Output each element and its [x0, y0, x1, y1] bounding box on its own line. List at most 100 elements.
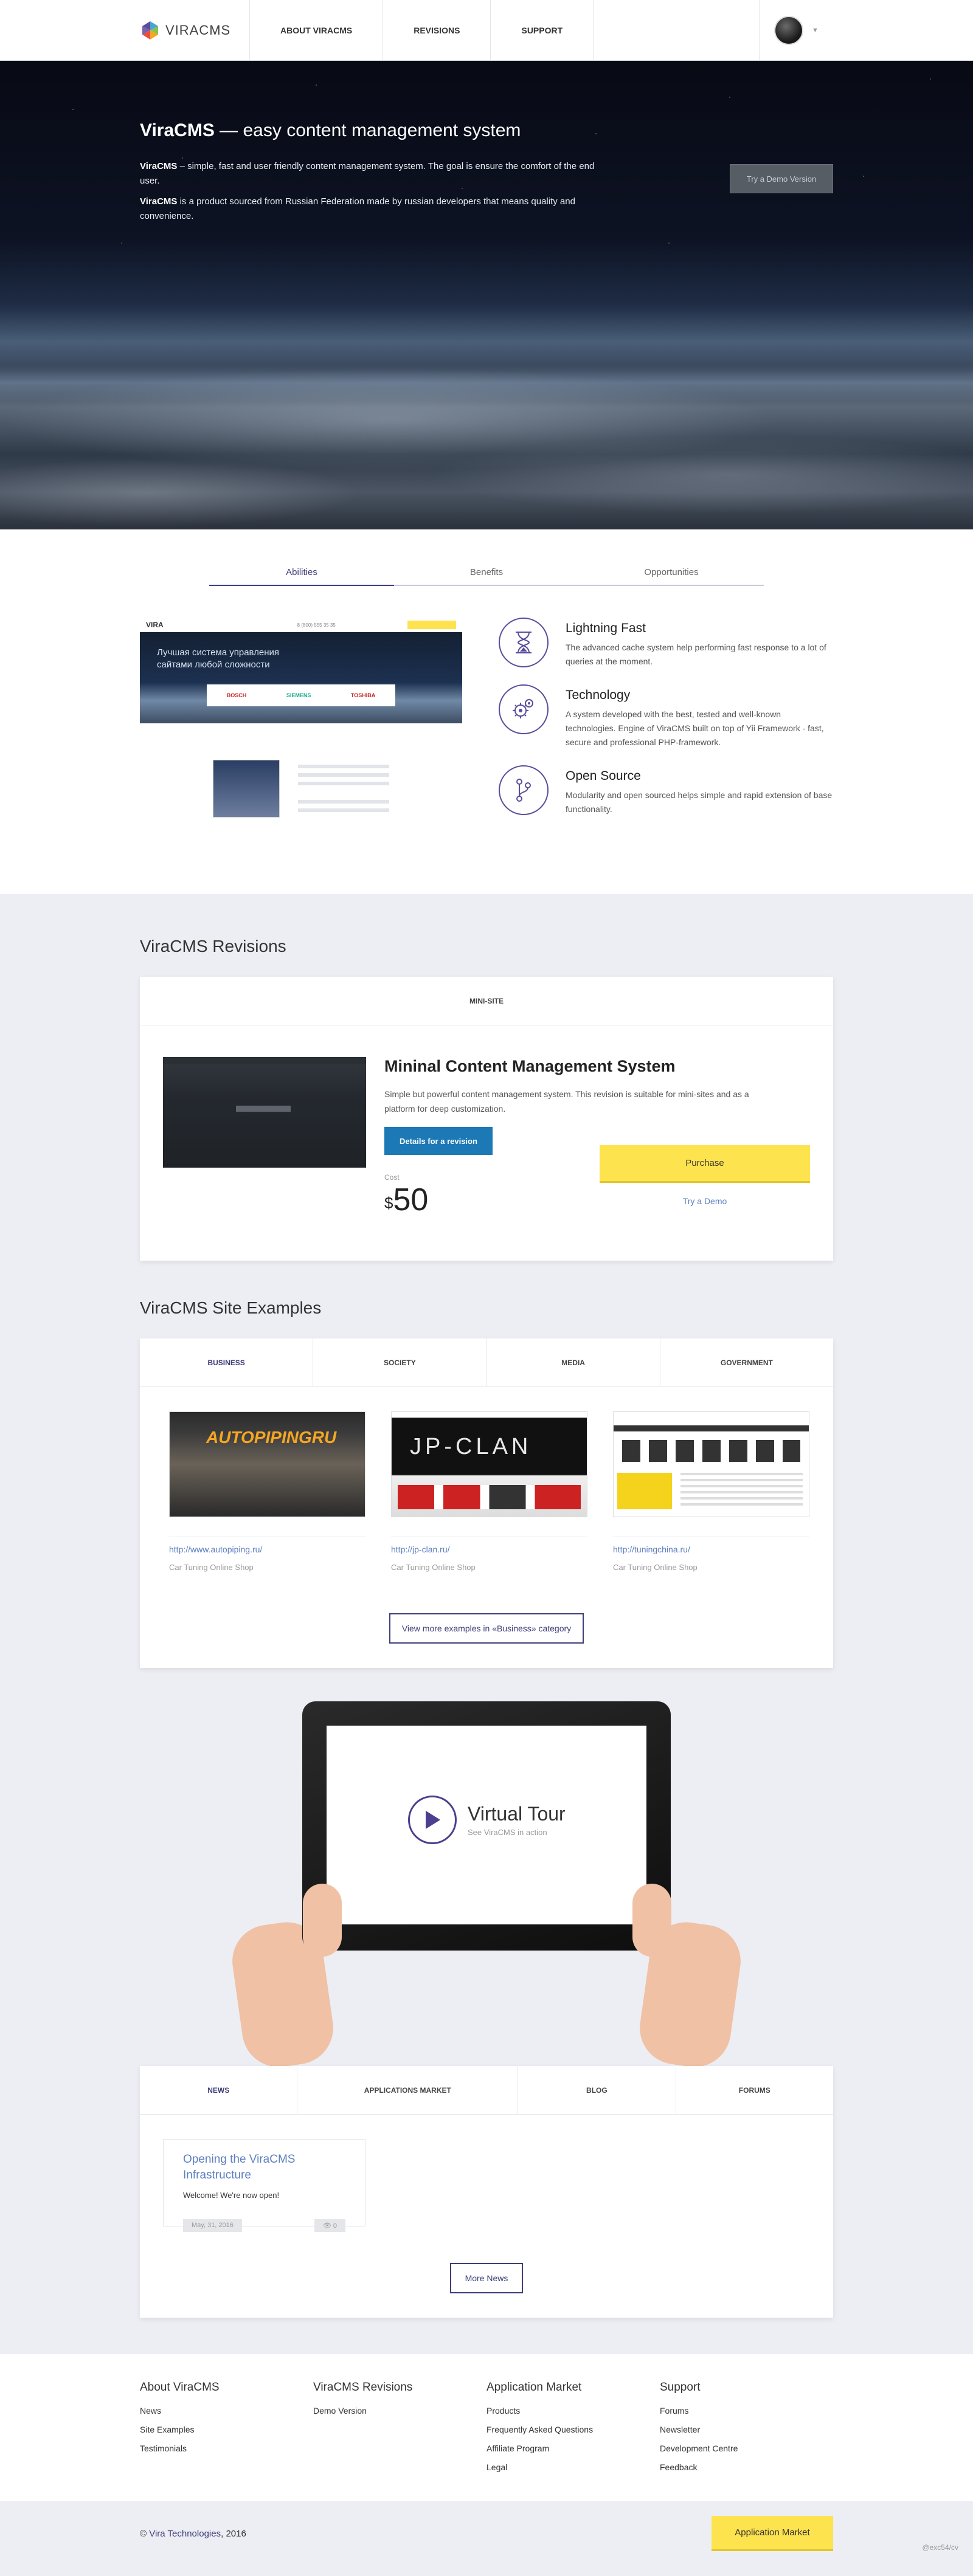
- footer-link[interactable]: Testimonials: [140, 2439, 313, 2458]
- virtual-tour-button[interactable]: Virtual Tour See ViraCMS in action: [408, 1796, 566, 1844]
- footer-link[interactable]: Newsletter: [660, 2420, 833, 2439]
- feature-text: Modularity and open sourced helps simple…: [566, 790, 833, 814]
- mock-phone: 8 (800) 555 35 35: [297, 622, 336, 628]
- logo-mark-icon: [142, 21, 158, 40]
- footer-link[interactable]: Products: [486, 2402, 660, 2420]
- feature-title: Open Source: [566, 769, 641, 783]
- feature-item: Open Source Modularity and open sourced …: [499, 765, 833, 816]
- site-footer: About ViraCMS News Site Examples Testimo…: [0, 2354, 973, 2501]
- details-button[interactable]: Details for a revision: [384, 1127, 493, 1155]
- tab-news[interactable]: NEWS: [140, 2066, 298, 2114]
- watermark-tag: @exc54/cv: [922, 2543, 958, 2552]
- revisions-title: ViraCMS Revisions: [140, 937, 286, 956]
- news-date: May, 31, 2016: [183, 2219, 242, 2232]
- examples-title: ViraCMS Site Examples: [140, 1298, 322, 1317]
- mock-logo: VIRA: [146, 621, 164, 629]
- mock-headline: Лучшая система управления сайтами любой …: [157, 647, 280, 670]
- virtual-tour-subtitle: See ViraCMS in action: [468, 1828, 547, 1837]
- tab-business[interactable]: BUSINESS: [140, 1338, 314, 1386]
- footer-link[interactable]: Site Examples: [140, 2420, 313, 2439]
- branch-icon: [516, 779, 531, 802]
- footer-link[interactable]: Feedback: [660, 2458, 833, 2477]
- example-link[interactable]: http://jp-clan.ru/: [391, 1537, 587, 1554]
- chevron-down-icon: ▼: [812, 27, 819, 34]
- footer-link[interactable]: Legal: [486, 2458, 660, 2477]
- tab-media[interactable]: MEDIA: [487, 1338, 660, 1386]
- more-news-button[interactable]: More News: [450, 2263, 523, 2293]
- news-card-container: NEWS APPLICATIONS MARKET BLOG FORUMS Ope…: [140, 2066, 833, 2318]
- feature-text: A system developed with the best, tested…: [566, 709, 824, 747]
- example-category: Car Tuning Online Shop: [169, 1563, 254, 1572]
- footer-link[interactable]: Demo Version: [313, 2402, 486, 2420]
- eye-icon: 👁: [322, 2222, 333, 2230]
- example-item: http://tuningchina.ru/ Car Tuning Online…: [613, 1411, 809, 1572]
- try-demo-link[interactable]: Try a Demo: [600, 1196, 810, 1206]
- features-list: Lightning Fast The advanced cache system…: [462, 618, 833, 861]
- tab-benefits[interactable]: Benefits: [394, 567, 579, 586]
- nav-revisions[interactable]: REVISIONS: [383, 0, 491, 61]
- mock-brand: TOSHIBA: [350, 692, 376, 698]
- footer-heading: ViraCMS Revisions: [313, 2381, 413, 2394]
- tab-forums[interactable]: FORUMS: [676, 2066, 833, 2114]
- feature-title: Technology: [566, 688, 631, 702]
- feature-item: Technology A system developed with the b…: [499, 684, 833, 749]
- hero-title: ViraCMS — easy content management system: [140, 120, 521, 140]
- footer-bottom-bar: © Vira Technologies, 2016 Application Ma…: [0, 2501, 973, 2566]
- hero: ViraCMS — easy content management system…: [0, 61, 973, 529]
- example-item: AUTOPIPINGRU http://www.autopiping.ru/ C…: [169, 1411, 365, 1572]
- tab-society[interactable]: SOCIETY: [313, 1338, 487, 1386]
- logo[interactable]: VIRACMS: [140, 0, 249, 61]
- site-mockup-image: VIRA 8 (800) 555 35 35 Лучшая система уп…: [140, 618, 462, 861]
- try-demo-button[interactable]: Try a Demo Version: [730, 164, 833, 193]
- tab-government[interactable]: GOVERNMENT: [660, 1338, 833, 1386]
- features-section: Abilities Benefits Opportunities VIRA 8 …: [0, 529, 973, 894]
- news-item[interactable]: Opening the ViraCMS Infrastructure Welco…: [163, 2139, 365, 2232]
- main-nav: ABOUT VIRACMS REVISIONS SUPPORT: [249, 0, 594, 61]
- news-title[interactable]: Opening the ViraCMS Infrastructure: [183, 2152, 345, 2183]
- footer-heading: Support: [660, 2381, 701, 2394]
- footer-link[interactable]: News: [140, 2402, 313, 2420]
- example-item: JP-CLAN http://jp-clan.ru/ Car Tuning On…: [391, 1411, 587, 1572]
- company-link[interactable]: Vira Technologies: [149, 2529, 221, 2539]
- revision-card: MINI-SITE Mininal Content Management Sys…: [140, 977, 833, 1261]
- more-examples-button[interactable]: View more examples in «Business» categor…: [389, 1613, 584, 1644]
- example-link[interactable]: http://www.autopiping.ru/: [169, 1537, 365, 1554]
- avatar: [774, 16, 804, 45]
- hourglass-icon: [516, 632, 532, 653]
- revision-name: Mininal Content Management System: [384, 1057, 676, 1075]
- application-market-button[interactable]: Application Market: [712, 2516, 833, 2551]
- example-category: Car Tuning Online Shop: [613, 1563, 698, 1572]
- play-icon: [426, 1811, 440, 1829]
- tab-applications-market[interactable]: APPLICATIONS MARKET: [297, 2066, 519, 2114]
- revision-screenshot: [163, 1057, 366, 1168]
- example-screenshot[interactable]: [613, 1411, 809, 1517]
- example-screenshot[interactable]: AUTOPIPINGRU: [169, 1411, 365, 1517]
- tablet-device: Virtual Tour See ViraCMS in action: [302, 1701, 671, 1951]
- hero-paragraph-1: ViraCMS – simple, fast and user friendly…: [140, 161, 595, 186]
- examples-card: BUSINESS SOCIETY MEDIA GOVERNMENT AUTOPI…: [140, 1338, 833, 1668]
- nav-support[interactable]: SUPPORT: [491, 0, 594, 61]
- tab-abilities[interactable]: Abilities: [209, 567, 394, 586]
- footer-link[interactable]: Forums: [660, 2402, 833, 2420]
- footer-link[interactable]: Development Centre: [660, 2439, 833, 2458]
- features-tabs: Abilities Benefits Opportunities: [209, 529, 764, 586]
- revision-description: Simple but powerful content management s…: [384, 1089, 749, 1114]
- virtual-tour-section: Virtual Tour See ViraCMS in action: [140, 1668, 833, 2072]
- news-views: 👁 0: [314, 2219, 345, 2232]
- tab-blog[interactable]: BLOG: [518, 2066, 676, 2114]
- footer-link[interactable]: Frequently Asked Questions: [486, 2420, 660, 2439]
- footer-link[interactable]: Affiliate Program: [486, 2439, 660, 2458]
- mock-brand: SIEMENS: [286, 692, 311, 698]
- tab-mini-site[interactable]: MINI-SITE: [140, 977, 833, 1025]
- footer-column: Support Forums Newsletter Development Ce…: [660, 2381, 833, 2477]
- mock-brand: BOSCH: [226, 692, 247, 698]
- revisions-section: ViraCMS Revisions MINI-SITE Mininal Cont…: [140, 894, 833, 1261]
- user-menu[interactable]: ▼: [759, 0, 833, 61]
- purchase-button[interactable]: Purchase: [600, 1145, 810, 1183]
- nav-about[interactable]: ABOUT VIRACMS: [250, 0, 384, 61]
- example-screenshot[interactable]: JP-CLAN: [391, 1411, 587, 1517]
- tab-opportunities[interactable]: Opportunities: [579, 567, 764, 586]
- example-link[interactable]: http://tuningchina.ru/: [613, 1537, 809, 1554]
- news-body: Welcome! We're now open!: [183, 2191, 280, 2200]
- footer-column: Application Market Products Frequently A…: [486, 2381, 660, 2477]
